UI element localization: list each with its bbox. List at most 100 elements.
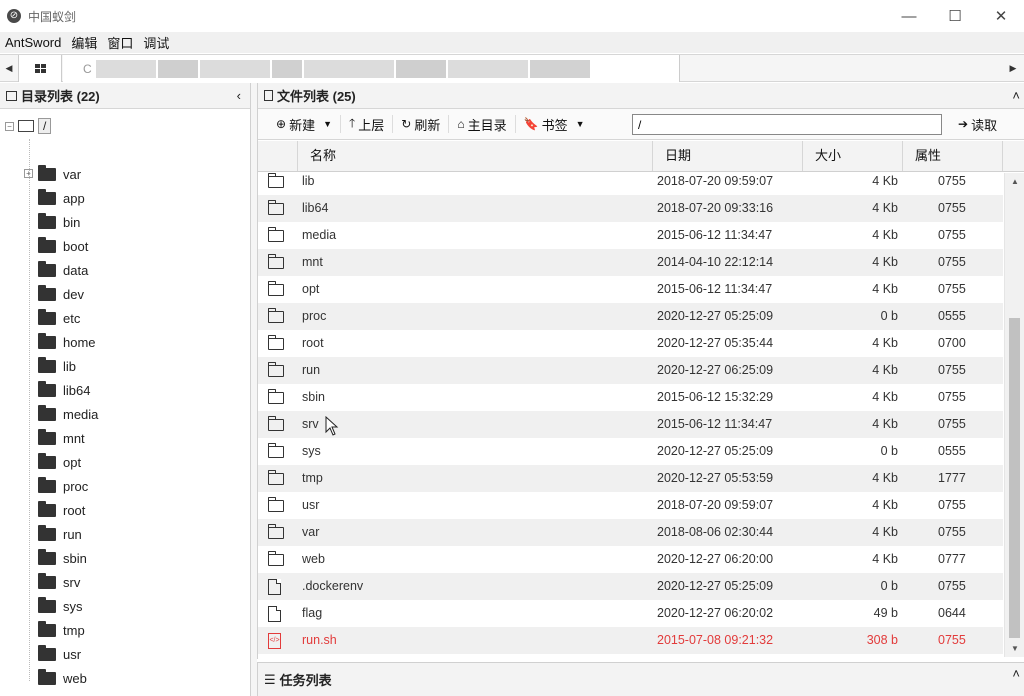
tree-item-usr[interactable]: usr: [38, 643, 81, 665]
file-row-lib64[interactable]: lib64 2018-07-20 09:33:16 4 Kb 0755: [258, 195, 1003, 222]
collapse-root-toggle[interactable]: −: [5, 121, 14, 131]
tree-item-root[interactable]: root: [38, 499, 85, 521]
file-name-cell: tmp: [302, 471, 323, 485]
menu-edit[interactable]: 编辑: [66, 33, 102, 52]
tab-home[interactable]: [18, 55, 62, 82]
redacted-address: [95, 59, 590, 78]
maximize-button[interactable]: ☐: [932, 0, 978, 32]
tree-item-web[interactable]: web: [38, 667, 87, 689]
file-row-root[interactable]: root 2020-12-27 05:35:44 4 Kb 0700: [258, 330, 1003, 357]
file-row-run.sh[interactable]: </> run.sh 2015-07-08 09:21:32 308 b 0755: [258, 627, 1003, 654]
menu-debug[interactable]: 调试: [138, 33, 174, 52]
column-header-name[interactable]: 名称: [298, 141, 653, 171]
file-row-media[interactable]: media 2015-06-12 11:34:47 4 Kb 0755: [258, 222, 1003, 249]
tree-item-tmp[interactable]: tmp: [38, 619, 85, 641]
folder-icon: [38, 188, 56, 205]
tree-item-boot[interactable]: boot: [38, 235, 88, 257]
read-button[interactable]: ➔ 读取: [950, 113, 1005, 135]
file-row-sys[interactable]: sys 2020-12-27 05:25:09 0 b 0555: [258, 438, 1003, 465]
scroll-up-button[interactable]: ▲: [1005, 173, 1024, 190]
tree-item-label: usr: [63, 646, 82, 662]
column-header-perm[interactable]: 属性: [903, 141, 1003, 171]
tab-scroll-right-button[interactable]: ▶: [1005, 55, 1021, 82]
folder-icon: [38, 452, 56, 469]
file-row-var[interactable]: var 2018-08-06 02:30:44 4 Kb 0755: [258, 519, 1003, 546]
collapse-left-panel-button[interactable]: ‹: [237, 88, 241, 103]
tree-item-sbin[interactable]: sbin: [38, 547, 87, 569]
tree-item-etc[interactable]: etc: [38, 307, 80, 329]
tree-item-srv[interactable]: srv: [38, 571, 80, 593]
column-header-size[interactable]: 大小: [803, 141, 903, 171]
file-perm-cell: 0755: [938, 363, 966, 377]
tree-item-run[interactable]: run: [38, 523, 82, 545]
tree-item-lib64[interactable]: lib64: [38, 379, 90, 401]
folder-icon: [268, 335, 284, 350]
file-date-cell: 2015-07-08 09:21:32: [657, 633, 774, 647]
file-type-cell: [268, 573, 286, 600]
tab-site[interactable]: C: [63, 55, 680, 82]
panel-icon: [6, 90, 17, 101]
file-name-cell: sbin: [302, 390, 325, 404]
file-row-srv[interactable]: srv 2015-06-12 11:34:47 4 Kb 0755: [258, 411, 1003, 438]
scroll-down-button[interactable]: ▼: [1005, 640, 1024, 657]
expand-task-panel-button[interactable]: ˄: [1012, 666, 1020, 681]
close-button[interactable]: ✕: [978, 0, 1024, 32]
file-panel: 文件列表 (25) ˄ ⊕新建 ▼ 🡑上层 ↻刷新 ⌂主目录 🔖书签 ▼ ➔读取 名…: [257, 83, 1024, 659]
file-row-flag[interactable]: flag 2020-12-27 06:20:02 49 b 0644: [258, 600, 1003, 627]
bookmark-button[interactable]: 🔖 书签 ▼: [516, 113, 593, 135]
collapse-file-panel-button[interactable]: ˄: [1012, 88, 1020, 103]
file-row-sbin[interactable]: sbin 2015-06-12 15:32:29 4 Kb 0755: [258, 384, 1003, 411]
directory-panel-title: 目录列表 (22): [21, 89, 100, 104]
tree-item-sys[interactable]: sys: [38, 595, 83, 617]
file-list-scrollbar[interactable]: ▲ ▼: [1004, 173, 1024, 657]
file-row-mnt[interactable]: mnt 2014-04-10 22:12:14 4 Kb 0755: [258, 249, 1003, 276]
folder-icon: [38, 404, 56, 421]
refresh-button[interactable]: ↻ 刷新: [393, 113, 448, 135]
tree-item-mnt[interactable]: mnt: [38, 427, 85, 449]
file-row-proc[interactable]: proc 2020-12-27 05:25:09 0 b 0555: [258, 303, 1003, 330]
home-dir-button[interactable]: ⌂ 主目录: [449, 113, 514, 135]
refresh-icon: ↻: [401, 117, 412, 131]
tree-item-lib[interactable]: lib: [38, 355, 76, 377]
tree-item-app[interactable]: app: [38, 187, 85, 209]
folder-icon: [268, 254, 284, 269]
tree-item-dev[interactable]: dev: [38, 283, 84, 305]
file-date-cell: 2014-04-10 22:12:14: [657, 255, 774, 269]
tree-item-media[interactable]: media: [38, 403, 98, 425]
file-row-dot-dockerenv[interactable]: .dockerenv 2020-12-27 05:25:09 0 b 0755: [258, 573, 1003, 600]
path-input[interactable]: [632, 114, 942, 135]
file-name-cell: usr: [302, 498, 320, 512]
file-row-web[interactable]: web 2020-12-27 06:20:00 4 Kb 0777: [258, 546, 1003, 573]
folder-icon: [268, 443, 284, 458]
file-name-cell: opt: [302, 282, 320, 296]
tab-scroll-left-button[interactable]: ◀: [1, 55, 17, 82]
tree-item-data[interactable]: data: [38, 259, 88, 281]
tree-item-home[interactable]: home: [38, 331, 96, 353]
file-row-run[interactable]: run 2020-12-27 06:25:09 4 Kb 0755: [258, 357, 1003, 384]
up-button[interactable]: 🡑 上层: [341, 113, 392, 135]
file-row-tmp[interactable]: tmp 2020-12-27 05:53:59 4 Kb 1777: [258, 465, 1003, 492]
minimize-button[interactable]: —: [886, 0, 932, 32]
new-button[interactable]: ⊕ 新建 ▼: [268, 113, 340, 135]
file-type-cell: [268, 411, 286, 438]
scrollbar-thumb[interactable]: [1009, 318, 1020, 638]
tree-item-label: proc: [63, 478, 89, 494]
tree-item-bin[interactable]: bin: [38, 211, 80, 233]
file-type-cell: [268, 519, 286, 546]
tree-item-opt[interactable]: opt: [38, 451, 81, 473]
tree-item-proc[interactable]: proc: [38, 475, 88, 497]
menu-antsword[interactable]: AntSword: [0, 35, 66, 50]
folder-icon: [38, 428, 56, 445]
file-row-lib[interactable]: lib 2018-07-20 09:59:07 4 Kb 0755: [258, 173, 1003, 195]
menu-window[interactable]: 窗口: [102, 33, 138, 52]
tree-root[interactable]: − /: [5, 116, 52, 136]
tree-item-var[interactable]: + var: [24, 163, 81, 185]
file-type-cell: [268, 438, 286, 465]
expand-toggle[interactable]: +: [24, 169, 33, 178]
file-type-cell: [268, 249, 286, 276]
tree-item-label: srv: [63, 574, 81, 590]
column-header-date[interactable]: 日期: [653, 141, 803, 171]
folder-icon: [38, 524, 56, 541]
file-row-usr[interactable]: usr 2018-07-20 09:59:07 4 Kb 0755: [258, 492, 1003, 519]
file-row-opt[interactable]: opt 2015-06-12 11:34:47 4 Kb 0755: [258, 276, 1003, 303]
